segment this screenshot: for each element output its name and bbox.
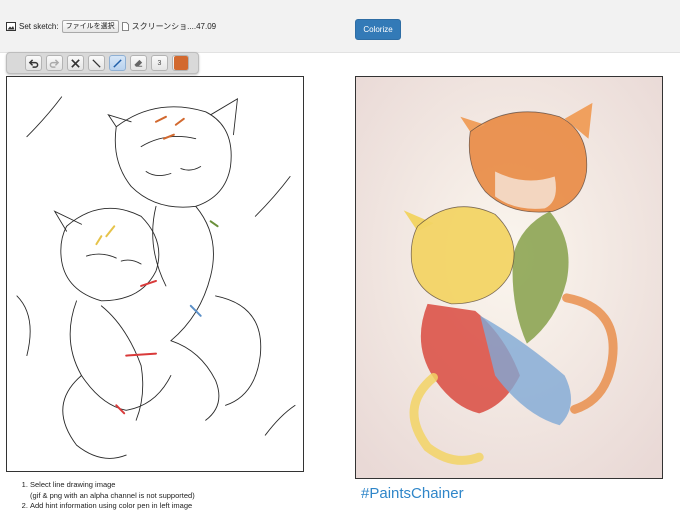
undo-icon bbox=[28, 58, 39, 68]
clear-button[interactable] bbox=[67, 55, 84, 71]
sketch-image bbox=[16, 96, 296, 459]
redo-button[interactable] bbox=[46, 55, 63, 71]
pen-icon bbox=[113, 58, 122, 68]
colorize-button[interactable]: Colorize bbox=[355, 19, 401, 40]
sketch-input-row: Set sketch: ファイルを選択 スクリーンショ....47.09 bbox=[6, 19, 216, 33]
line-icon bbox=[92, 58, 101, 68]
choose-file-button[interactable]: ファイルを選択 bbox=[61, 19, 119, 33]
selected-file-name: スクリーンショ....47.09 bbox=[131, 21, 217, 31]
clear-icon bbox=[71, 58, 80, 68]
drawing-toolbar: 3 bbox=[6, 52, 199, 74]
undo-button[interactable] bbox=[25, 55, 42, 71]
eraser-icon bbox=[134, 59, 143, 67]
instruction-step-1-note: (gif & png with an alpha channel is not … bbox=[30, 490, 195, 500]
brush-size-value: 3 bbox=[157, 59, 162, 67]
eraser-tool-button[interactable] bbox=[130, 55, 147, 71]
redo-icon bbox=[49, 58, 60, 68]
sketch-canvas[interactable] bbox=[6, 76, 304, 472]
instructions-list: Select line drawing image (gif & png wit… bbox=[18, 480, 350, 512]
file-icon bbox=[121, 21, 129, 31]
set-sketch-label: Set sketch: bbox=[19, 21, 59, 31]
colorized-image bbox=[356, 77, 662, 478]
brush-size-button[interactable]: 3 bbox=[151, 55, 168, 71]
instruction-step: Add hint information using color pen in … bbox=[30, 501, 350, 512]
image-icon bbox=[6, 21, 16, 31]
pen-tool-button[interactable] bbox=[109, 55, 126, 71]
colorized-output bbox=[355, 76, 663, 479]
instruction-step: Select line drawing image (gif & png wit… bbox=[30, 480, 350, 501]
instruction-step-1: Select line drawing image bbox=[30, 480, 116, 489]
paintschainer-hashtag-link[interactable]: #PaintsChainer bbox=[361, 485, 464, 502]
line-tool-button[interactable] bbox=[88, 55, 105, 71]
color-swatch bbox=[173, 56, 188, 70]
color-picker-button[interactable] bbox=[172, 55, 189, 71]
